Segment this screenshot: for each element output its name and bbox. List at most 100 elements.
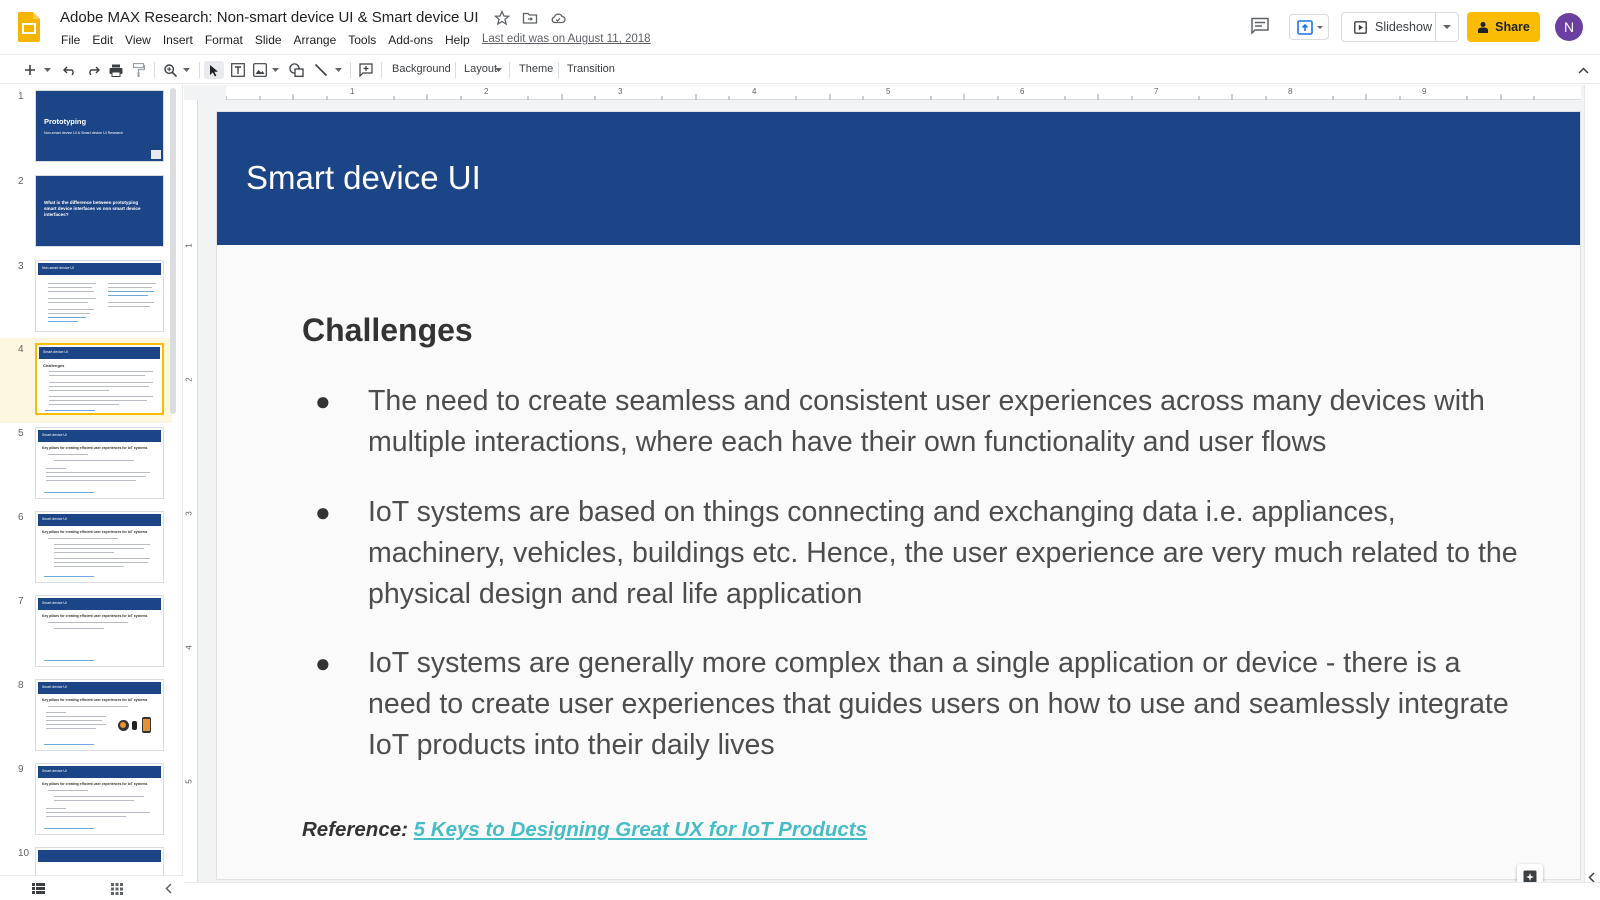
slide-subtitle[interactable]: Challenges [302, 312, 473, 349]
menu-file[interactable]: File [55, 32, 86, 48]
ruler-number: 1 [184, 243, 194, 248]
slide-thumbnail[interactable]: What is the difference between prototypi… [35, 175, 164, 247]
menu-arrange[interactable]: Arrange [288, 32, 343, 48]
new-slide-layout-dropdown[interactable] [42, 62, 52, 78]
shape-button[interactable] [288, 62, 304, 78]
filmstrip-slide-6[interactable]: 6 Smart device UI Key pillars for creati… [0, 506, 172, 591]
menu-add-ons[interactable]: Add-ons [382, 32, 439, 48]
new-slide-button[interactable] [22, 62, 38, 78]
speaker-notes-handle[interactable] [184, 882, 1600, 900]
menu-format[interactable]: Format [199, 32, 249, 48]
slide-number: 7 [18, 596, 24, 607]
filmstrip-slide-9[interactable]: 9 Smart device UI Key pillars for creati… [0, 758, 172, 843]
reference-link[interactable]: 5 Keys to Designing Great UX for IoT Pro… [414, 818, 867, 841]
menu-tools[interactable]: Tools [342, 32, 382, 48]
collapse-panel-icon[interactable] [165, 883, 172, 894]
zoom-button[interactable] [162, 62, 178, 78]
menu-help[interactable]: Help [439, 32, 476, 48]
document-title[interactable]: Adobe MAX Research: Non-smart device UI … [60, 9, 479, 26]
plus-icon [25, 65, 35, 75]
app-header: Adobe MAX Research: Non-smart device UI … [0, 0, 1600, 54]
canvas-vertical-scrollbar[interactable] [1584, 85, 1600, 882]
comment-history-icon[interactable] [1250, 17, 1270, 35]
menu-view[interactable]: View [119, 32, 157, 48]
chevron-down-icon [494, 68, 502, 72]
device-image [132, 721, 137, 730]
ruler-number: 6 [1020, 87, 1025, 96]
ruler-number: 2 [184, 377, 194, 382]
chevron-down-icon [271, 68, 279, 72]
slide-thumbnail[interactable]: Smart device UI Key pillars for creating… [35, 763, 164, 835]
slide-title[interactable]: Smart device UI [246, 159, 481, 197]
ruler-number: 3 [618, 87, 623, 96]
grid-view-icon[interactable] [111, 883, 123, 895]
ruler-number: 3 [184, 511, 194, 516]
insert-image-dropdown[interactable] [270, 62, 280, 78]
folder-move-icon[interactable] [522, 10, 538, 26]
collapse-toolbar-button[interactable] [1576, 62, 1590, 78]
slide-thumbnail[interactable]: Smart device UI Key pillars for creating… [35, 427, 164, 499]
line-tool-button[interactable] [313, 62, 329, 78]
thumbnail-title: Prototyping [44, 117, 87, 126]
current-slide[interactable]: Smart device UI Challenges ● The need to… [217, 112, 1580, 879]
redo-button[interactable] [85, 62, 101, 78]
filmstrip-slide-7[interactable]: 7 Smart device UI Key pillars for creati… [0, 590, 172, 675]
slide-thumbnail[interactable]: Non-smart device UI [35, 260, 164, 332]
filmstrip-slide-1[interactable]: 1 Prototyping Non-smart device UI & Smar… [0, 85, 172, 170]
filmstrip-slide-5[interactable]: 5 Smart device UI Key pillars for creati… [0, 422, 172, 507]
paint-format-button[interactable] [131, 62, 147, 78]
undo-button[interactable] [62, 62, 78, 78]
slides-logo-icon[interactable] [18, 12, 40, 42]
bullet-marker: ● [315, 648, 331, 678]
line-tool-dropdown[interactable] [333, 62, 343, 78]
filmstrip-view-icon[interactable] [32, 883, 45, 894]
layout-button[interactable]: Layout [464, 63, 497, 75]
filmstrip-slide-4[interactable]: 4 Smart device UI Challenges [0, 338, 172, 423]
image-icon [253, 63, 267, 77]
thumbnail-header: Non-smart device UI [42, 266, 74, 270]
slide-thumbnail-selected[interactable]: Smart device UI Challenges [35, 343, 164, 415]
chevron-down-icon [43, 68, 51, 72]
transition-button[interactable]: Transition [567, 63, 615, 75]
account-avatar[interactable]: N [1555, 13, 1583, 41]
print-button[interactable] [108, 62, 124, 78]
slide-thumbnail[interactable]: Prototyping Non-smart device UI & Smart … [35, 90, 164, 162]
zoom-dropdown[interactable] [181, 62, 191, 78]
filmstrip-slide-8[interactable]: 8 Smart device UI Key pillars for creati… [0, 674, 172, 759]
filmstrip-scrollbar[interactable] [170, 88, 176, 414]
layout-dropdown[interactable] [494, 62, 502, 78]
share-button[interactable]: Share [1467, 12, 1540, 42]
slideshow-options-dropdown[interactable] [1436, 24, 1458, 30]
present-to-meet-button[interactable] [1289, 14, 1329, 40]
thumbnail-subtitle: Non-smart device UI & Smart device UI Re… [44, 131, 124, 135]
last-edit-link[interactable]: Last edit was on August 11, 2018 [482, 33, 651, 45]
slide-thumbnail[interactable] [35, 847, 164, 875]
star-icon[interactable] [493, 9, 511, 26]
cloud-saved-icon[interactable] [550, 10, 566, 26]
filmstrip-slide-3[interactable]: 3 Non-smart device UI [0, 255, 172, 340]
text-box-button[interactable] [230, 62, 246, 78]
filmstrip-slide-2[interactable]: 2 What is the difference between prototy… [0, 170, 172, 255]
bullet-text: IoT systems are generally more complex t… [368, 647, 1509, 761]
slide-number: 3 [18, 261, 24, 272]
slideshow-button[interactable]: Slideshow [1342, 13, 1436, 41]
menu-bar: File Edit View Insert Format Slide Arran… [55, 32, 476, 48]
menu-edit[interactable]: Edit [86, 32, 119, 48]
bullet-text: IoT systems are based on things connecti… [368, 496, 1518, 610]
insert-image-button[interactable] [252, 62, 268, 78]
ruler-number: 5 [886, 87, 891, 96]
reference-label: Reference: [302, 818, 408, 841]
theme-button[interactable]: Theme [519, 63, 553, 75]
ruler-number: 7 [1154, 87, 1159, 96]
slide-thumbnail[interactable]: Smart device UI Key pillars for creating… [35, 679, 164, 751]
menu-insert[interactable]: Insert [157, 32, 199, 48]
slide-thumbnail[interactable]: Smart device UI Key pillars for creating… [35, 511, 164, 583]
background-button[interactable]: Background [392, 63, 451, 75]
select-tool-button[interactable] [204, 61, 224, 79]
menu-slide[interactable]: Slide [249, 32, 288, 48]
filmstrip-slide-10[interactable]: 10 [0, 842, 172, 875]
line-icon [314, 63, 328, 77]
add-comment-button[interactable] [358, 62, 374, 78]
slide-number: 2 [18, 176, 24, 187]
slide-thumbnail[interactable]: Smart device UI Key pillars for creating… [35, 595, 164, 667]
